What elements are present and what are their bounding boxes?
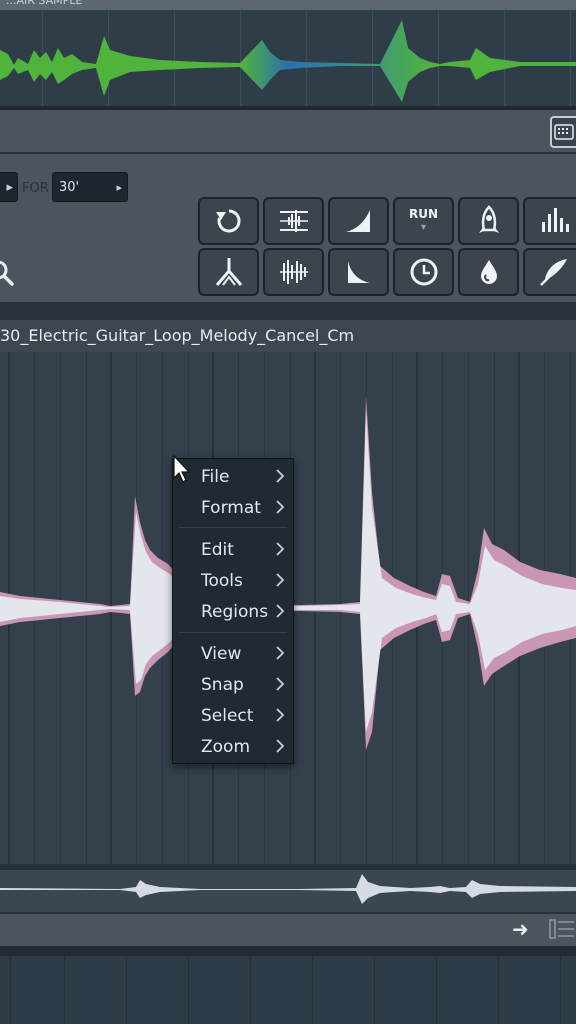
toolbar-row	[0, 110, 576, 154]
menu-item-tools[interactable]: Tools	[173, 566, 293, 596]
menu-item-regions[interactable]: Regions	[173, 597, 293, 627]
rocket-icon	[478, 205, 499, 233]
navigation-bar	[0, 912, 576, 948]
top-sample-title: ...AIR SAMPLE	[0, 0, 576, 10]
counter-field[interactable]: ▸	[0, 172, 18, 202]
menu-item-label: File	[201, 467, 230, 487]
rocket-button[interactable]	[458, 197, 519, 245]
menu-item-label: Select	[201, 706, 254, 726]
run-dropdown-icon: ▾	[420, 222, 427, 233]
bottom-panel-header	[0, 946, 576, 956]
context-menu: File Format Edit Tools Regions View Snap…	[172, 458, 294, 764]
chevron-right-icon	[276, 573, 285, 587]
menu-item-label: View	[201, 644, 242, 664]
for-label: FOR	[22, 181, 49, 196]
chevron-right-icon	[276, 604, 285, 618]
overview-waveform-shape	[0, 874, 576, 904]
chevron-right-icon	[276, 500, 285, 514]
fade-in-icon	[345, 210, 370, 232]
menu-item-label: Format	[201, 498, 261, 518]
chevron-right-icon	[276, 542, 285, 556]
drop-button[interactable]	[458, 248, 519, 296]
drop-icon	[480, 260, 497, 284]
menu-separator	[179, 527, 287, 528]
toolbar-divider	[0, 302, 576, 320]
bottom-panel	[0, 946, 576, 1024]
menu-item-label: Edit	[201, 540, 234, 560]
fade-out-icon	[347, 261, 370, 283]
menu-item-edit[interactable]: Edit	[173, 535, 293, 565]
mouse-cursor-icon	[173, 454, 191, 483]
chevron-right-icon	[276, 739, 285, 753]
clock-icon	[410, 258, 437, 286]
menu-item-view[interactable]: View	[173, 639, 293, 669]
list-view-icon[interactable]	[548, 917, 576, 941]
chevron-right-icon	[276, 646, 285, 660]
chevron-right-icon	[276, 469, 285, 483]
for-value: 30'	[59, 180, 80, 195]
declick-button[interactable]	[263, 248, 324, 296]
menu-item-select[interactable]: Select	[173, 701, 293, 731]
fade-in-button[interactable]	[328, 197, 389, 245]
menu-separator	[179, 632, 287, 633]
menu-item-zoom[interactable]: Zoom	[173, 732, 293, 762]
feather-icon	[539, 259, 567, 286]
overview-waveform[interactable]	[0, 870, 576, 912]
top-waveform	[0, 20, 576, 102]
feather-button[interactable]	[523, 248, 576, 296]
reverse-icon	[215, 209, 241, 233]
declick-icon	[279, 260, 308, 284]
equalizer-button[interactable]	[523, 197, 576, 245]
tuning-fork-button[interactable]	[198, 248, 259, 296]
top-waveform-overview[interactable]	[0, 10, 576, 106]
run-script-button[interactable]: RUN ▾	[393, 197, 454, 245]
menu-item-label: Zoom	[201, 737, 251, 757]
menu-item-label: Snap	[201, 675, 244, 695]
normalize-icon	[279, 210, 308, 232]
run-label: RUN	[408, 207, 439, 221]
tuning-fork-icon	[215, 258, 242, 286]
reverse-button[interactable]	[198, 197, 259, 245]
menu-item-label: Tools	[201, 571, 243, 591]
zoom-magnifier-icon[interactable]	[0, 258, 18, 288]
normalize-button[interactable]	[263, 197, 324, 245]
arrow-right-icon[interactable]: ➜	[512, 918, 534, 940]
menu-item-label: Regions	[201, 602, 269, 622]
for-arrow-icon[interactable]: ▸	[116, 173, 122, 203]
menu-item-format[interactable]: Format	[173, 493, 293, 523]
clock-button[interactable]	[393, 248, 454, 296]
equalizer-icon	[541, 208, 569, 232]
chevron-right-icon	[276, 708, 285, 722]
keyboard-icon[interactable]	[550, 116, 576, 148]
for-value-field[interactable]: 30' ▸	[52, 172, 128, 202]
chevron-right-icon	[276, 677, 285, 691]
fade-out-button[interactable]	[328, 248, 389, 296]
menu-item-snap[interactable]: Snap	[173, 670, 293, 700]
file-name-title: 30_Electric_Guitar_Loop_Melody_Cancel_Cm	[0, 320, 576, 352]
